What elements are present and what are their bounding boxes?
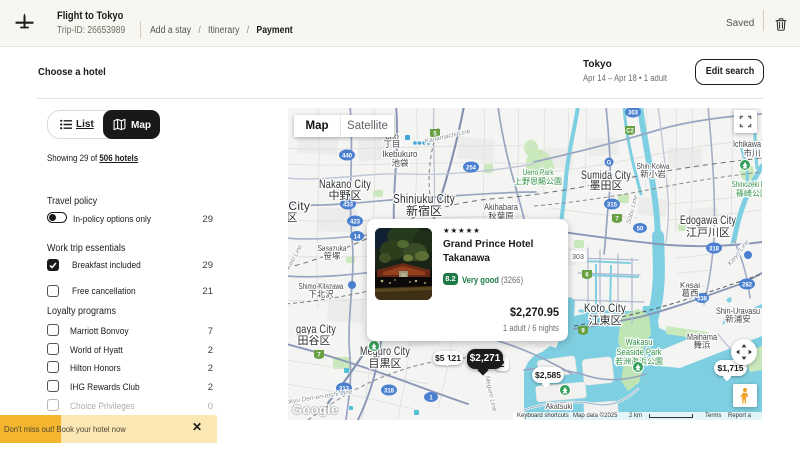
svg-text:14: 14	[354, 235, 361, 241]
svg-text:i City: i City	[288, 199, 310, 213]
svg-text:Koto City: Koto City	[584, 301, 626, 315]
svg-text:葛西: 葛西	[681, 288, 698, 298]
svg-text:433: 433	[343, 203, 354, 209]
svg-text:目黒区: 目黒区	[369, 357, 402, 370]
svg-text:Meguro City: Meguro City	[360, 344, 410, 358]
svg-text:Akatsuki: Akatsuki	[546, 401, 573, 411]
svg-text:区: 区	[288, 212, 298, 224]
svg-text:新浦安: 新浦安	[725, 314, 751, 324]
svg-text:303: 303	[628, 111, 639, 117]
svg-text:Shinozeki Pa: Shinozeki Pa	[732, 179, 763, 189]
svg-text:新宿区: 新宿区	[406, 203, 442, 218]
svg-text:440: 440	[342, 154, 353, 160]
svg-text:423: 423	[350, 220, 361, 226]
svg-text:江東区: 江東区	[589, 314, 622, 327]
svg-text:318: 318	[384, 389, 395, 395]
svg-text:篠崎公園: 篠崎公園	[736, 188, 762, 198]
svg-text:Edogawa City: Edogawa City	[680, 213, 736, 227]
svg-text:田谷区: 田谷区	[298, 334, 331, 347]
svg-text:315: 315	[607, 203, 618, 209]
svg-text:gaya City: gaya City	[296, 322, 336, 336]
svg-text:江戸川区: 江戸川区	[686, 226, 730, 239]
svg-text:丁目: 丁目	[383, 139, 400, 149]
svg-text:池袋: 池袋	[391, 158, 409, 168]
svg-text:318: 318	[709, 247, 720, 253]
svg-text:303: 303	[572, 254, 584, 261]
svg-text:中野区: 中野区	[329, 189, 362, 202]
svg-text:墨田区: 墨田区	[590, 179, 623, 192]
svg-text:50: 50	[637, 227, 644, 233]
svg-text:笹塚: 笹塚	[323, 251, 341, 261]
svg-text:Ueno Park: Ueno Park	[523, 167, 555, 177]
svg-text:Nakano City: Nakano City	[319, 177, 371, 191]
svg-text:338: 338	[697, 297, 708, 303]
svg-text:282: 282	[742, 283, 753, 289]
svg-text:舞浜: 舞浜	[693, 340, 711, 350]
svg-text:下北沢: 下北沢	[308, 289, 334, 299]
svg-text:上野恩賜公園: 上野恩賜公園	[514, 177, 562, 186]
svg-text:G: G	[607, 161, 612, 167]
svg-text:254: 254	[466, 166, 477, 172]
svg-text:新小岩: 新小岩	[640, 169, 666, 179]
svg-text:C2: C2	[626, 129, 634, 135]
svg-text:市川: 市川	[743, 148, 760, 158]
